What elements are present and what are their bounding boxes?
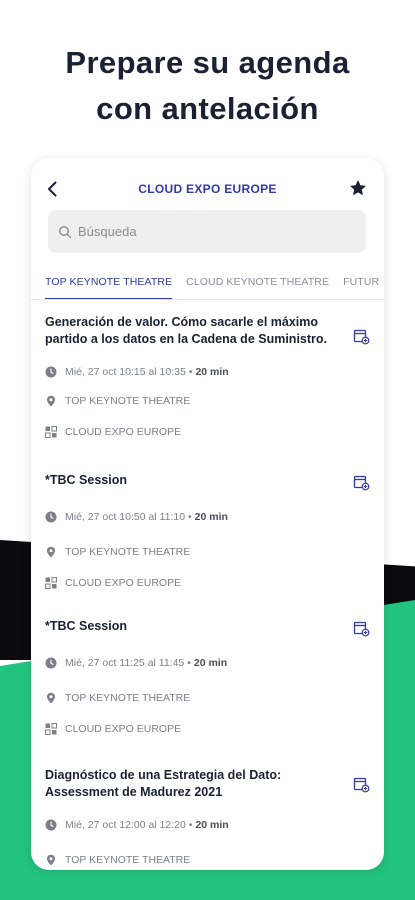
session-title: *TBC Session <box>45 473 127 487</box>
location-pin-icon <box>45 395 57 407</box>
calendar-add-icon[interactable] <box>353 328 370 345</box>
session-item[interactable]: Diagnóstico de una Estrategia del Dato: … <box>31 754 384 870</box>
search-bar[interactable] <box>48 210 366 253</box>
session-location: TOP KEYNOTE THEATRE <box>65 545 191 558</box>
clock-icon <box>45 366 57 378</box>
tab-cloud-keynote-theatre[interactable]: CLOUD KEYNOTE THEATRE <box>186 272 329 299</box>
session-list: Generación de valor. Cómo sacarle el máx… <box>31 308 384 870</box>
event-badge-icon <box>45 426 57 438</box>
session-item[interactable]: *TBC Session Mié, 27 oct 11:25 al 11:45 … <box>31 608 384 754</box>
tab-future[interactable]: FUTUR <box>343 272 379 299</box>
session-time-row: Mié, 27 oct 11:25 al 11:45 • 20 min <box>45 656 370 670</box>
session-event: CLOUD EXPO EUROPE <box>65 426 182 438</box>
session-title: Diagnóstico de una Estrategia del Dato: … <box>45 768 282 799</box>
calendar-add-icon[interactable] <box>353 620 370 637</box>
session-time: Mié, 27 oct 10:50 al 11:10 • <box>65 510 192 523</box>
clock-icon <box>45 819 57 831</box>
session-event-row: CLOUD EXPO EUROPE <box>45 425 370 439</box>
session-duration: 20 min <box>195 819 229 831</box>
session-location-row: TOP KEYNOTE THEATRE <box>45 394 370 408</box>
location-pin-icon <box>45 546 57 558</box>
session-location-row: TOP KEYNOTE THEATRE <box>45 853 370 867</box>
calendar-add-icon[interactable] <box>353 776 370 793</box>
session-time: Mié, 27 oct 11:25 al 11:45 • <box>65 656 191 669</box>
session-item[interactable]: *TBC Session Mié, 27 oct 10:50 al 11:10 … <box>31 462 384 608</box>
session-time: Mié, 27 oct 10:15 al 10:35 • <box>65 366 193 378</box>
session-time-row: Mié, 27 oct 10:15 al 10:35 • 20 min <box>45 365 370 379</box>
session-location: TOP KEYNOTE THEATRE <box>65 691 191 704</box>
search-icon <box>58 225 72 239</box>
event-badge-icon <box>45 576 57 589</box>
session-title: Generación de valor. Cómo sacarle el máx… <box>45 315 328 346</box>
clock-icon <box>45 511 57 523</box>
tab-top-keynote-theatre[interactable]: TOP KEYNOTE THEATRE <box>45 272 173 299</box>
session-duration: 20 min <box>195 366 229 378</box>
session-time: Mié, 27 oct 12:00 al 12:20 • <box>65 819 193 831</box>
search-input[interactable] <box>78 224 338 239</box>
session-time-row: Mié, 27 oct 12:00 al 12:20 • 20 min <box>45 818 370 832</box>
session-location: TOP KEYNOTE THEATRE <box>65 395 191 407</box>
phone-screen: CLOUD EXPO EUROPE TOP KEYNOTE THEATRE CL… <box>31 158 384 870</box>
session-location-row: TOP KEYNOTE THEATRE <box>45 545 370 559</box>
session-item[interactable]: Generación de valor. Cómo sacarle el máx… <box>31 308 384 462</box>
session-title: *TBC Session <box>45 619 127 633</box>
session-event-row: CLOUD EXPO EUROPE <box>45 722 370 736</box>
session-location: TOP KEYNOTE THEATRE <box>65 854 191 866</box>
page-title: CLOUD EXPO EUROPE <box>138 182 277 196</box>
clock-icon <box>45 657 57 669</box>
session-event-row: CLOUD EXPO EUROPE <box>45 576 370 590</box>
location-pin-icon <box>45 692 57 704</box>
tab-bar: TOP KEYNOTE THEATRE CLOUD KEYNOTE THEATR… <box>31 272 384 300</box>
session-duration: 20 min <box>193 656 228 669</box>
hero-title-line1: Prepare su agenda <box>65 45 350 80</box>
session-time-row: Mié, 27 oct 10:50 al 11:10 • 20 min <box>45 510 370 524</box>
event-badge-icon <box>45 722 57 735</box>
location-pin-icon <box>45 854 57 866</box>
calendar-add-icon[interactable] <box>353 474 370 491</box>
session-event: CLOUD EXPO EUROPE <box>65 722 182 735</box>
session-event: CLOUD EXPO EUROPE <box>65 576 182 589</box>
hero-title: Prepare su agenda con antelación <box>0 40 415 132</box>
session-duration: 20 min <box>194 510 228 523</box>
session-location-row: TOP KEYNOTE THEATRE <box>45 691 370 705</box>
star-icon[interactable] <box>348 178 368 198</box>
hero-title-line2: con antelación <box>96 91 319 126</box>
